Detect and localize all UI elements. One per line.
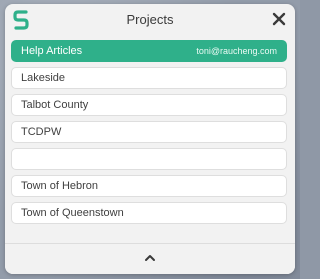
project-label: Talbot County — [21, 99, 89, 111]
project-item-help-articles[interactable]: Help Articles toni@raucheng.com — [11, 40, 287, 62]
project-item-lakeside[interactable]: Lakeside — [11, 67, 287, 89]
project-item-talbot-county[interactable]: Talbot County — [11, 94, 287, 116]
project-label: Lakeside — [21, 72, 66, 84]
projects-panel: Projects Help Articles toni@raucheng.com… — [5, 4, 295, 274]
project-item-blank[interactable] — [11, 148, 287, 170]
project-label: Town of Hebron — [21, 180, 99, 192]
panel-title: Projects — [126, 12, 174, 27]
project-item-town-of-queenstown[interactable]: Town of Queenstown — [11, 202, 287, 224]
panel-header: Projects — [5, 4, 295, 36]
project-item-tcdpw[interactable]: TCDPW — [11, 121, 287, 143]
project-label: TCDPW — [21, 126, 62, 138]
project-label: Town of Queenstown — [21, 207, 124, 219]
project-list: Help Articles toni@raucheng.com Lakeside… — [11, 40, 287, 229]
panel-footer — [5, 243, 295, 274]
project-label: Help Articles — [21, 45, 83, 57]
project-item-town-of-hebron[interactable]: Town of Hebron — [11, 175, 287, 197]
close-icon[interactable] — [272, 12, 286, 26]
chevron-up-icon[interactable] — [143, 253, 157, 263]
account-email: toni@raucheng.com — [196, 46, 277, 56]
